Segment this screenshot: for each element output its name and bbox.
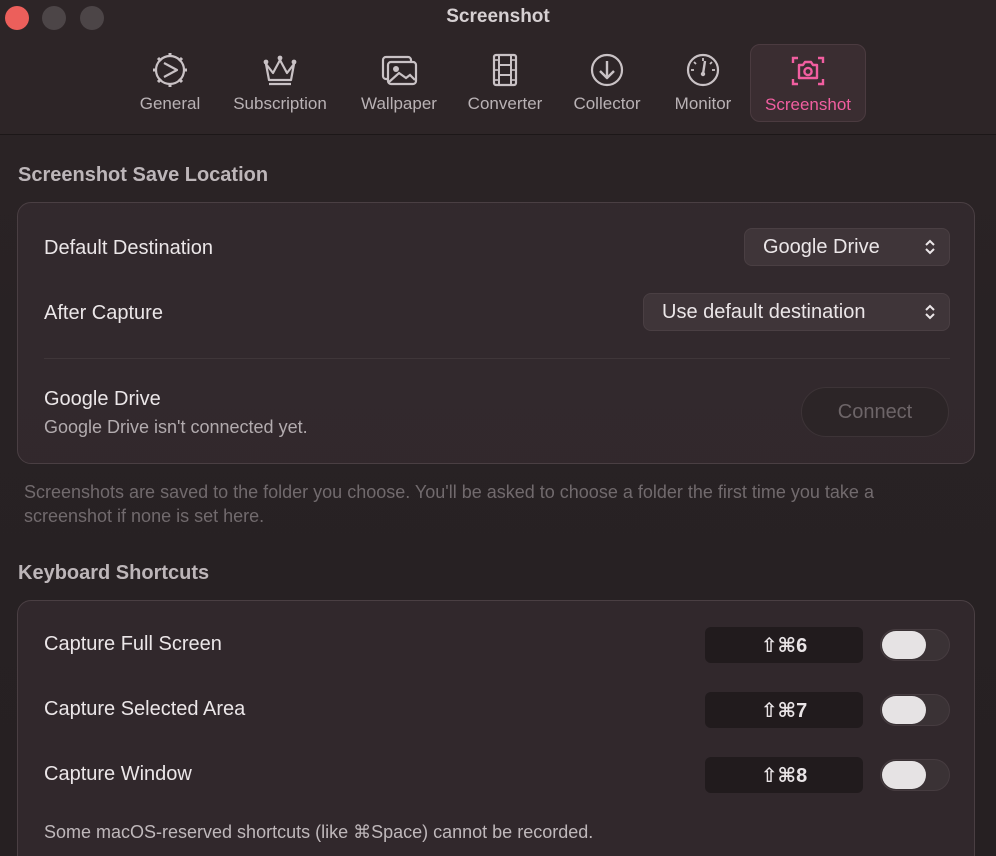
tab-label: Converter (467, 94, 543, 113)
keyboard-shortcuts-card: Capture Full Screen ⇧⌘6 Capture Selected… (17, 600, 975, 856)
tab-label: Monitor (674, 94, 732, 113)
toggle-knob (882, 696, 926, 724)
tab-screenshot[interactable]: Screenshot (750, 44, 866, 122)
save-location-heading: Screenshot Save Location (18, 164, 269, 186)
chevron-up-down-icon (925, 304, 935, 320)
toolbar-tabs: General Subscription Wallpaper Converter… (0, 44, 996, 124)
default-destination-label: Default Destination (44, 237, 213, 259)
chevron-up-down-icon (925, 239, 935, 255)
tab-label: Screenshot (765, 95, 851, 114)
toggle-knob (882, 761, 926, 789)
camera-icon (791, 56, 825, 86)
tab-label: Wallpaper (361, 94, 437, 113)
preferences-window: Screenshot General Subscription Wallpape… (0, 0, 996, 856)
save-location-card: Default Destination Google Drive After C… (17, 202, 975, 464)
google-drive-label: Google Drive (44, 388, 161, 410)
capture-selected-area-label: Capture Selected Area (44, 698, 246, 720)
google-drive-status: Google Drive isn't connected yet. (44, 417, 308, 437)
download-icon (590, 53, 624, 87)
after-capture-popup[interactable]: Use default destination (643, 293, 950, 331)
divider (44, 358, 950, 359)
tab-converter[interactable]: Converter (460, 44, 550, 122)
capture-selected-area-toggle[interactable] (880, 694, 950, 726)
after-capture-value: Use default destination (662, 300, 866, 323)
tab-wallpaper[interactable]: Wallpaper (354, 44, 444, 122)
shortcuts-note: Some macOS-reserved shortcuts (like ⌘Spa… (44, 822, 594, 842)
tab-label: General (139, 94, 201, 113)
tab-label: Subscription (233, 94, 327, 113)
capture-full-screen-label: Capture Full Screen (44, 633, 222, 655)
tab-general[interactable]: General (134, 44, 206, 122)
toggle-knob (882, 631, 926, 659)
capture-selected-area-shortcut[interactable]: ⇧⌘7 (705, 692, 863, 728)
tab-subscription[interactable]: Subscription (224, 44, 336, 122)
connect-button[interactable]: Connect (801, 387, 949, 437)
title-bar: Screenshot General Subscription Wallpape… (0, 0, 996, 135)
save-location-help: Screenshots are saved to the folder you … (24, 482, 874, 526)
crown-icon (263, 55, 297, 86)
tab-label: Collector (573, 94, 641, 113)
wallpaper-icon (381, 55, 418, 86)
gear-icon (153, 53, 187, 87)
capture-full-screen-toggle[interactable] (880, 629, 950, 661)
gauge-icon (686, 53, 720, 87)
capture-window-label: Capture Window (44, 763, 192, 785)
after-capture-label: After Capture (44, 302, 163, 324)
capture-window-shortcut[interactable]: ⇧⌘8 (705, 757, 863, 793)
capture-full-screen-shortcut[interactable]: ⇧⌘6 (705, 627, 863, 663)
capture-window-toggle[interactable] (880, 759, 950, 791)
default-destination-popup[interactable]: Google Drive (744, 228, 950, 266)
film-icon (492, 53, 518, 87)
keyboard-shortcuts-heading: Keyboard Shortcuts (18, 562, 210, 584)
default-destination-value: Google Drive (763, 235, 880, 258)
tab-monitor[interactable]: Monitor (666, 44, 740, 122)
window-title: Screenshot (446, 6, 550, 27)
tab-collector[interactable]: Collector (566, 44, 648, 122)
